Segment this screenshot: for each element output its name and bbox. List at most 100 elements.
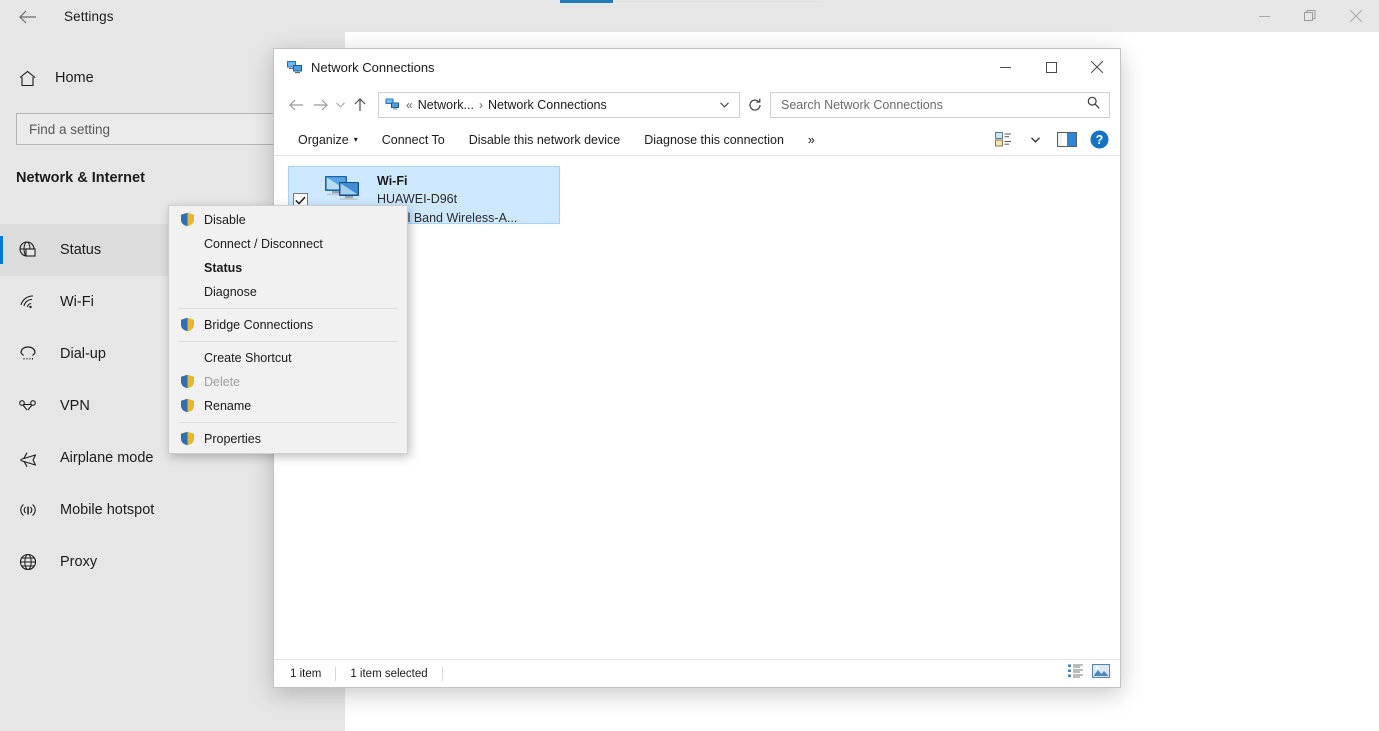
view-chevron-down-icon[interactable] xyxy=(1022,127,1048,153)
help-icon[interactable]: ? xyxy=(1086,127,1112,153)
breadcrumb[interactable]: « Network... › Network Connections xyxy=(378,92,740,118)
connection-network: HUAWEI-D96t xyxy=(377,192,458,206)
organize-label: Organize xyxy=(298,132,349,147)
change-view-icon[interactable] xyxy=(990,127,1016,153)
airplane-icon xyxy=(16,446,40,470)
diagnose-connection-button[interactable]: Diagnose this connection xyxy=(632,126,796,154)
context-menu-label: Bridge Connections xyxy=(204,318,314,332)
details-view-icon[interactable] xyxy=(1068,664,1084,683)
shield-icon xyxy=(180,212,196,228)
active-tab-indicator xyxy=(560,0,613,3)
context-menu-item-disable[interactable]: Disable xyxy=(169,208,407,232)
find-a-setting-placeholder: Find a setting xyxy=(29,121,111,137)
context-menu-item-delete: Delete xyxy=(169,370,407,394)
sidebar-item-proxy-label: Proxy xyxy=(60,554,98,570)
breadcrumb-chevrons: « xyxy=(406,98,413,112)
context-menu-label: Status xyxy=(204,261,243,275)
large-icons-view-icon[interactable] xyxy=(1092,664,1110,683)
tab-underline xyxy=(613,1,823,2)
breadcrumb-chevron-down-icon[interactable] xyxy=(720,100,729,111)
refresh-icon[interactable] xyxy=(740,92,770,118)
network-icon xyxy=(385,97,401,113)
item-count-label: 1 item xyxy=(290,667,322,680)
explorer-minimize-button[interactable] xyxy=(982,49,1028,85)
context-menu-separator xyxy=(178,422,398,423)
disable-network-device-button[interactable]: Disable this network device xyxy=(457,126,632,154)
context-menu-item-properties[interactable]: Properties xyxy=(169,427,407,451)
settings-window-controls xyxy=(1241,0,1379,32)
page-title: Settings xyxy=(64,9,114,24)
explorer-maximize-button[interactable] xyxy=(1028,49,1074,85)
screen: Settings Home Find a setting Network & I… xyxy=(0,0,1379,731)
selection-indicator xyxy=(0,236,3,264)
sidebar-item-home[interactable]: Home xyxy=(16,63,316,93)
context-menu-item-diagnose[interactable]: Diagnose xyxy=(169,280,407,304)
preview-pane-icon[interactable] xyxy=(1054,127,1080,153)
settings-close-button[interactable] xyxy=(1333,0,1379,32)
home-icon xyxy=(16,67,38,89)
sidebar-item-airplane-mode-label: Airplane mode xyxy=(60,450,154,466)
explorer-title-bar[interactable]: Network Connections xyxy=(274,49,1120,86)
recent-locations-chevron-down-icon[interactable] xyxy=(332,92,348,118)
hotspot-icon xyxy=(16,498,40,522)
breadcrumb-parent[interactable]: Network... xyxy=(418,98,474,112)
context-menu-label: Properties xyxy=(204,432,261,446)
connection-name: Wi-Fi xyxy=(377,174,408,188)
back-arrow-icon[interactable] xyxy=(14,6,42,28)
selection-count-label: 1 item selected xyxy=(350,667,428,680)
context-menu-label: Disable xyxy=(204,213,246,227)
settings-minimize-button[interactable] xyxy=(1241,0,1287,32)
explorer-close-button[interactable] xyxy=(1074,49,1120,85)
status-divider xyxy=(335,666,337,681)
explorer-title-text: Network Connections xyxy=(311,59,435,75)
search-icon[interactable] xyxy=(1087,96,1100,114)
explorer-status-bar: 1 item 1 item selected xyxy=(274,659,1120,687)
context-menu-item-connect-disconnect[interactable]: Connect / Disconnect xyxy=(169,232,407,256)
explorer-toolbar: Organize ▾ Connect To Disable this netwo… xyxy=(274,124,1120,156)
chevron-down-icon: ▾ xyxy=(353,135,358,144)
sidebar-item-mobile-hotspot-label: Mobile hotspot xyxy=(60,502,155,518)
context-menu-item-status[interactable]: Status xyxy=(169,256,407,280)
status-view-buttons xyxy=(1068,664,1110,683)
shield-icon xyxy=(180,317,196,333)
context-menu-item-bridge-connections[interactable]: Bridge Connections xyxy=(169,313,407,337)
shield-icon xyxy=(180,374,196,390)
context-menu-separator xyxy=(178,341,398,342)
shield-icon xyxy=(180,398,196,414)
up-arrow-icon[interactable] xyxy=(348,92,372,118)
sidebar-item-dialup-label: Dial-up xyxy=(60,346,106,362)
organize-button[interactable]: Organize ▾ xyxy=(286,126,370,154)
svg-text:?: ? xyxy=(1095,133,1103,147)
settings-title-bar xyxy=(0,0,1379,32)
context-menu-label: Connect / Disconnect xyxy=(204,237,323,251)
vpn-icon xyxy=(16,394,40,418)
context-menu-separator xyxy=(178,308,398,309)
toolbar-right-group: ? xyxy=(990,127,1112,153)
connect-to-button[interactable]: Connect To xyxy=(370,126,457,154)
sidebar-item-status-label: Status xyxy=(60,242,102,258)
sidebar-item-wifi-label: Wi-Fi xyxy=(60,294,94,310)
context-menu-label: Delete xyxy=(204,375,241,389)
shield-icon xyxy=(180,431,196,447)
breadcrumb-current[interactable]: Network Connections xyxy=(488,98,607,112)
forward-arrow-icon[interactable] xyxy=(308,92,332,118)
network-connections-icon xyxy=(286,59,303,76)
status-divider xyxy=(441,666,443,681)
settings-restore-button[interactable] xyxy=(1287,0,1333,32)
sidebar-item-vpn-label: VPN xyxy=(60,398,90,414)
explorer-address-bar: « Network... › Network Connections Searc… xyxy=(274,86,1120,124)
back-arrow-icon[interactable] xyxy=(284,92,308,118)
context-menu-label: Diagnose xyxy=(204,285,257,299)
search-input[interactable]: Search Network Connections xyxy=(770,92,1110,118)
dialup-icon xyxy=(16,342,40,366)
toolbar-overflow-button[interactable]: » xyxy=(796,126,827,154)
context-menu: Disable Connect / Disconnect Status Diag… xyxy=(168,205,408,454)
sidebar-item-home-label: Home xyxy=(55,70,94,86)
context-menu-item-create-shortcut[interactable]: Create Shortcut xyxy=(169,346,407,370)
globe-status-icon xyxy=(16,238,40,262)
explorer-window-controls xyxy=(982,49,1120,85)
context-menu-item-rename[interactable]: Rename xyxy=(169,394,407,418)
breadcrumb-separator: › xyxy=(478,98,483,112)
wifi-icon xyxy=(16,290,40,314)
category-title: Network & Internet xyxy=(16,170,145,186)
